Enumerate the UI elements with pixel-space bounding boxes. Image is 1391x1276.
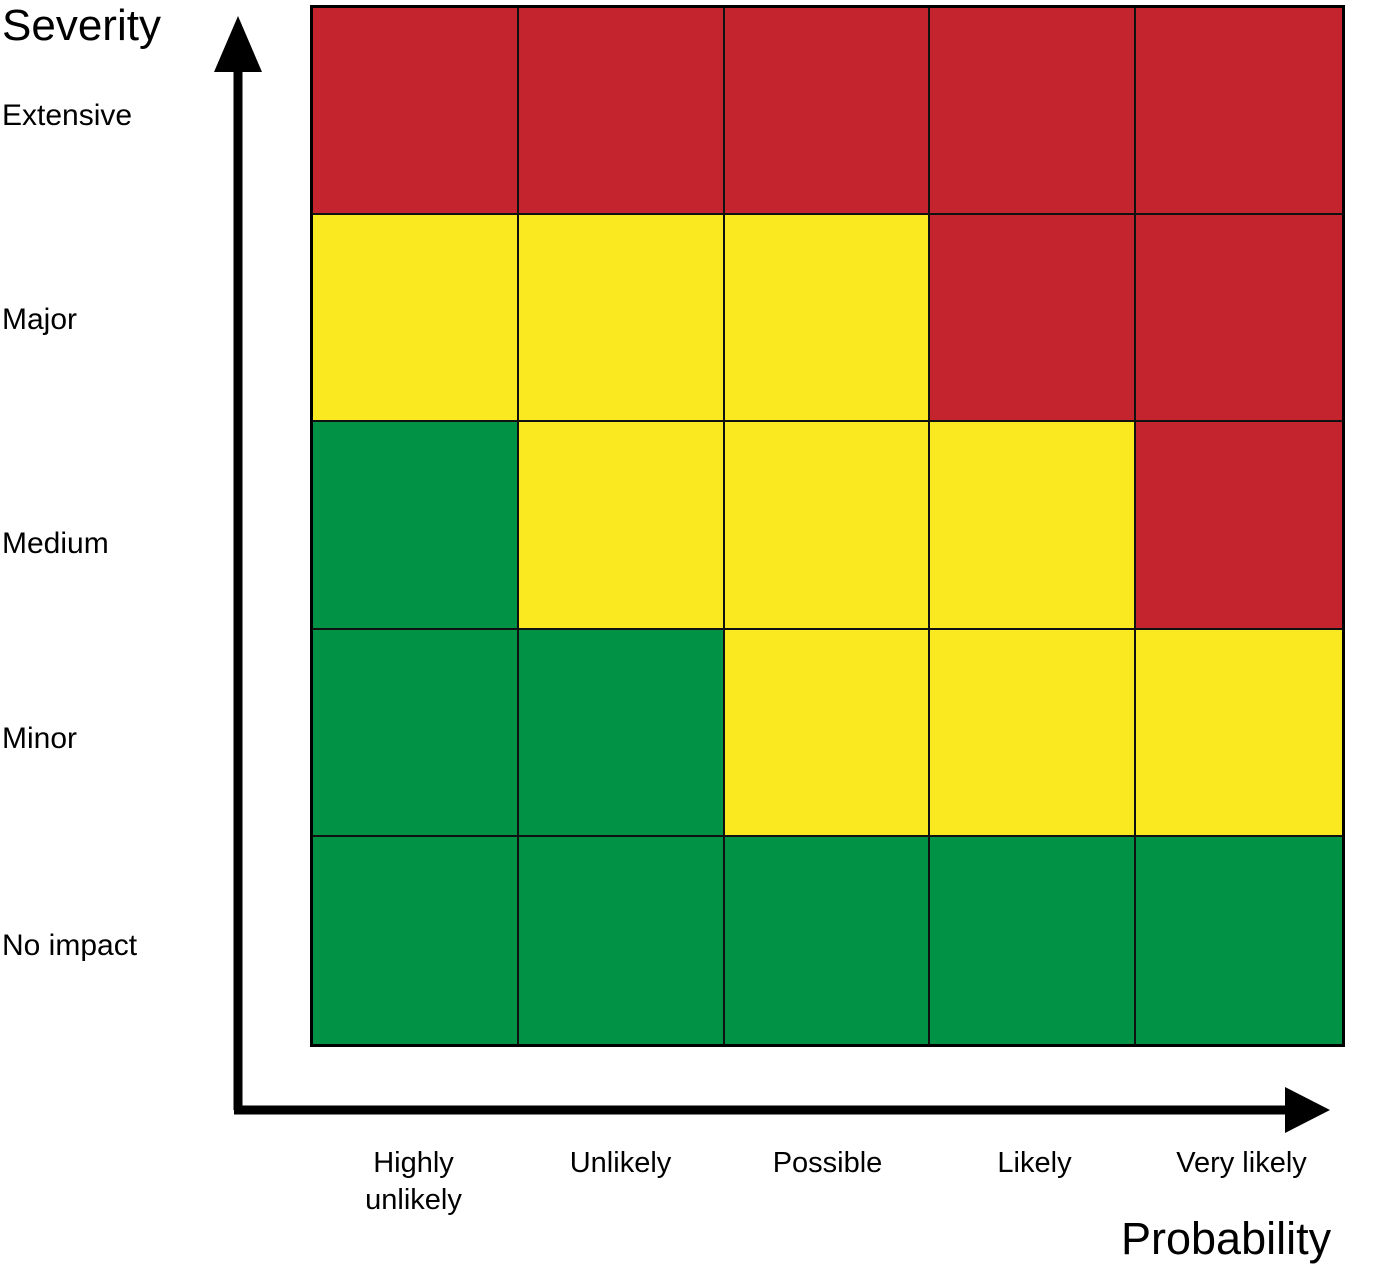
x-axis-label-highly-unlikely: Highly unlikely (365, 1147, 462, 1216)
matrix-cell[interactable] (518, 422, 725, 630)
y-axis-label-minor: Minor (2, 722, 78, 755)
matrix-cell[interactable] (930, 8, 1137, 216)
matrix-cell[interactable] (930, 629, 1137, 837)
matrix-cell[interactable] (930, 836, 1137, 1044)
y-axis-arrowhead (214, 16, 262, 72)
y-axis-title: Severity (2, 1, 161, 50)
y-axis-label-no-impact: No impact (2, 929, 138, 962)
matrix-cell[interactable] (724, 422, 931, 630)
matrix-cell[interactable] (1136, 8, 1342, 216)
y-axis-label-major: Major (2, 303, 78, 336)
x-axis-label-likely: Likely (997, 1147, 1072, 1179)
matrix-cell[interactable] (724, 836, 931, 1044)
matrix-cell[interactable] (313, 8, 519, 216)
matrix-cell[interactable] (518, 836, 725, 1044)
matrix-cell[interactable] (724, 8, 931, 216)
matrix-cell[interactable] (1136, 629, 1342, 837)
x-axis-arrowhead (1285, 1087, 1330, 1133)
matrix-cell[interactable] (1136, 215, 1342, 423)
matrix-cell[interactable] (724, 629, 931, 837)
matrix-cell[interactable] (313, 215, 519, 423)
matrix-cell[interactable] (1136, 836, 1342, 1044)
matrix-cell[interactable] (1136, 422, 1342, 630)
x-axis-label-unlikely: Unlikely (569, 1147, 672, 1179)
matrix-cell[interactable] (930, 422, 1137, 630)
matrix-cell[interactable] (724, 215, 931, 423)
matrix-cell[interactable] (930, 215, 1137, 423)
matrix-cell[interactable] (518, 629, 725, 837)
matrix-cell[interactable] (518, 215, 725, 423)
y-axis-label-extensive: Extensive (2, 99, 133, 132)
y-axis-label-medium: Medium (2, 527, 109, 560)
matrix-cell[interactable] (313, 836, 519, 1044)
x-axis-label-possible: Possible (772, 1147, 883, 1179)
matrix-cell[interactable] (313, 629, 519, 837)
matrix-cell[interactable] (518, 8, 725, 216)
x-axis-title: Probability (1121, 1213, 1332, 1264)
risk-matrix-grid (310, 5, 1345, 1047)
x-axis-label-very-likely: Very likely (1176, 1147, 1307, 1179)
matrix-cell[interactable] (313, 422, 519, 630)
